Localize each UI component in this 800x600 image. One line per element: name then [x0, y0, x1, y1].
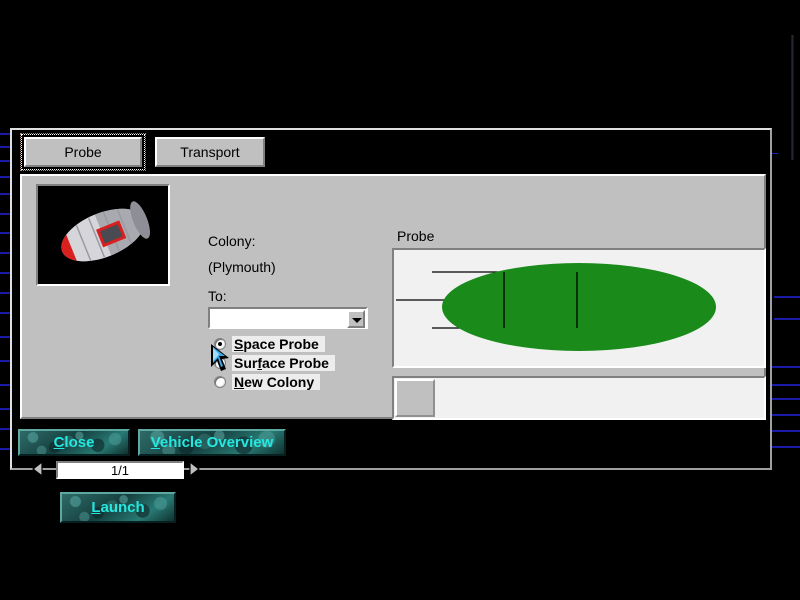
tab-probe[interactable]: Probe — [24, 137, 142, 167]
vehicle-overview-button[interactable]: Vehicle Overview — [138, 429, 286, 456]
close-button[interactable]: Close — [18, 429, 130, 456]
radio-space-probe-indicator — [214, 338, 226, 350]
screen-artifact — [0, 213, 10, 215]
destination-combobox-button[interactable] — [347, 310, 365, 328]
radio-space-probe-label: Space Probe — [232, 336, 325, 352]
screen-artifact — [0, 428, 10, 430]
radio-new-colony-label: New Colony — [232, 374, 320, 390]
screen-artifact — [0, 360, 10, 362]
screen-artifact — [0, 408, 10, 410]
tab-transport-label: Transport — [180, 144, 239, 160]
screen-artifact — [0, 292, 10, 294]
tab-transport[interactable]: Transport — [155, 137, 265, 167]
screen-artifact — [0, 252, 10, 254]
launch-button-label: Launch — [91, 499, 144, 516]
probe-list-button[interactable] — [395, 379, 435, 417]
screen-artifact — [0, 312, 10, 314]
destination-label: To: — [208, 288, 227, 304]
page-indicator-value: 1/1 — [111, 463, 129, 478]
radio-new-colony[interactable]: New Colony — [214, 373, 320, 390]
radio-new-colony-indicator — [214, 376, 226, 388]
screen-artifact — [0, 176, 10, 178]
next-page-button[interactable] — [188, 461, 200, 477]
tab-probe-label: Probe — [64, 144, 101, 160]
probe-diagram-view — [392, 248, 766, 368]
desktop: Probe Transport — [0, 0, 800, 600]
dialog-client-panel: Colony: (Plymouth) To: Space Probe Surfa… — [20, 174, 766, 419]
page-indicator: 1/1 — [56, 461, 184, 479]
radio-surface-probe[interactable]: Surface Probe — [214, 354, 335, 371]
tab-bar: Probe Transport — [12, 130, 770, 172]
screen-artifact — [0, 448, 10, 450]
screen-artifact — [774, 296, 800, 298]
screen-artifact — [0, 232, 10, 234]
vehicle-overview-button-label: Vehicle Overview — [151, 434, 274, 451]
probe-ellipse-diagram — [394, 250, 764, 366]
screen-artifact — [0, 133, 10, 135]
screen-artifact — [0, 336, 10, 338]
chevron-down-icon — [352, 318, 362, 323]
colony-label: Colony: — [208, 233, 255, 249]
probe-group: Probe — [390, 228, 768, 413]
screen-edge-artifact — [791, 35, 794, 160]
prev-page-button[interactable] — [32, 461, 44, 477]
screen-artifact — [0, 384, 10, 386]
screen-artifact — [0, 146, 10, 148]
radio-surface-probe-label: Surface Probe — [232, 355, 335, 371]
space-capsule-icon — [38, 186, 168, 284]
probe-dialog: Probe Transport — [10, 128, 772, 470]
probe-list[interactable] — [392, 376, 766, 420]
colony-value: (Plymouth) — [208, 259, 276, 275]
screen-artifact — [0, 160, 10, 162]
vehicle-thumbnail — [36, 184, 170, 286]
screen-artifact — [0, 272, 10, 274]
radio-space-probe[interactable]: Space Probe — [214, 335, 325, 352]
close-button-label: Close — [54, 434, 95, 451]
probe-group-title: Probe — [394, 228, 437, 244]
destination-combobox[interactable] — [208, 307, 368, 329]
screen-artifact — [774, 318, 800, 320]
screen-artifact — [0, 193, 10, 195]
launch-button[interactable]: Launch — [60, 492, 176, 523]
radio-surface-probe-indicator — [214, 357, 226, 369]
screen-artifact — [768, 366, 800, 368]
